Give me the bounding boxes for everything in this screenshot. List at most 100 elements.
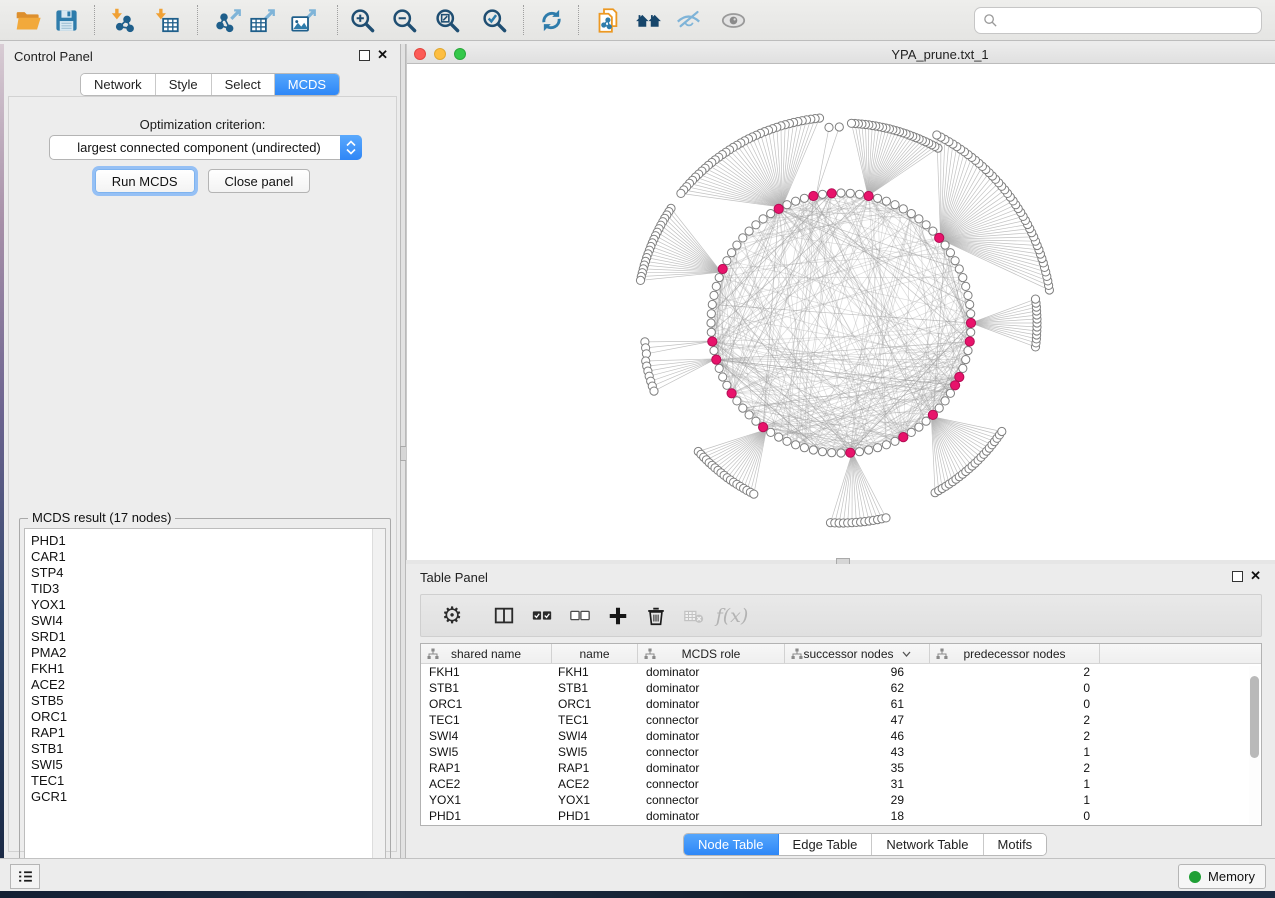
- tab-edge-table[interactable]: Edge Table: [779, 834, 873, 855]
- table-row[interactable]: STB1STB1dominator620: [421, 680, 1261, 696]
- network-node[interactable]: [946, 389, 954, 397]
- mcds-result-item[interactable]: RAP1: [31, 725, 372, 741]
- split-view-button[interactable]: [485, 599, 523, 633]
- mcds-result-item[interactable]: STB1: [31, 741, 372, 757]
- mcds-result-item[interactable]: TID3: [31, 581, 372, 597]
- mcds-result-item[interactable]: STP4: [31, 565, 372, 581]
- close-panel-icon[interactable]: ✕: [377, 47, 388, 62]
- network-node[interactable]: [739, 234, 747, 242]
- network-node[interactable]: [723, 381, 731, 389]
- mcds-node[interactable]: [966, 318, 975, 327]
- maximize-window-icon[interactable]: [454, 48, 466, 60]
- minimize-window-icon[interactable]: [434, 48, 446, 60]
- network-node[interactable]: [959, 364, 967, 372]
- mcds-node[interactable]: [718, 264, 727, 273]
- mcds-result-item[interactable]: TEC1: [31, 773, 372, 789]
- column-header-name[interactable]: name: [552, 644, 638, 663]
- network-node[interactable]: [874, 194, 882, 202]
- table-row[interactable]: SWI4SWI4dominator462: [421, 728, 1261, 744]
- mcds-result-item[interactable]: SRD1: [31, 629, 372, 645]
- mcds-result-item[interactable]: STB5: [31, 693, 372, 709]
- network-node[interactable]: [962, 282, 970, 290]
- network-node[interactable]: [946, 249, 954, 257]
- hide-eye-button[interactable]: [668, 4, 708, 37]
- network-node[interactable]: [712, 282, 720, 290]
- network-node[interactable]: [783, 201, 791, 209]
- table-row[interactable]: FKH1FKH1dominator962: [421, 664, 1261, 680]
- tab-style[interactable]: Style: [156, 74, 212, 95]
- mcds-node[interactable]: [846, 448, 855, 457]
- tab-node-table[interactable]: Node Table: [684, 834, 779, 855]
- mcds-node[interactable]: [965, 337, 974, 346]
- table-row[interactable]: RAP1RAP1dominator352: [421, 760, 1261, 776]
- network-leaf-node[interactable]: [882, 514, 890, 522]
- column-header-shared-name[interactable]: shared name: [421, 644, 552, 663]
- network-node[interactable]: [959, 274, 967, 282]
- network-node[interactable]: [767, 428, 775, 436]
- table-row[interactable]: ORC1ORC1dominator610: [421, 696, 1261, 712]
- close-window-icon[interactable]: [414, 48, 426, 60]
- table-row[interactable]: TEC1TEC1connector472: [421, 712, 1261, 728]
- network-node[interactable]: [715, 274, 723, 282]
- close-panel-button[interactable]: Close panel: [208, 169, 311, 193]
- network-node[interactable]: [964, 291, 972, 299]
- network-node[interactable]: [783, 437, 791, 445]
- open-file-button[interactable]: [8, 4, 48, 37]
- network-node[interactable]: [707, 310, 715, 318]
- mcds-node[interactable]: [712, 355, 721, 364]
- network-node[interactable]: [715, 364, 723, 372]
- network-node[interactable]: [818, 190, 826, 198]
- deselect-all-button[interactable]: [561, 599, 599, 633]
- network-node[interactable]: [874, 444, 882, 452]
- network-node[interactable]: [800, 194, 808, 202]
- tab-network-table[interactable]: Network Table: [872, 834, 983, 855]
- network-node[interactable]: [759, 215, 767, 223]
- network-node[interactable]: [929, 227, 937, 235]
- network-leaf-node[interactable]: [933, 131, 941, 139]
- show-eye-button[interactable]: [713, 4, 753, 37]
- float-panel-icon[interactable]: [1232, 571, 1243, 582]
- mcds-result-item[interactable]: SWI5: [31, 757, 372, 773]
- zoom-out-button[interactable]: [384, 4, 424, 37]
- zoom-selected-button[interactable]: [474, 4, 514, 37]
- network-file-button[interactable]: [588, 4, 628, 37]
- network-node[interactable]: [951, 257, 959, 265]
- memory-button[interactable]: Memory: [1178, 864, 1266, 889]
- network-node[interactable]: [907, 428, 915, 436]
- network-node[interactable]: [882, 197, 890, 205]
- tab-motifs[interactable]: Motifs: [984, 834, 1047, 855]
- network-node[interactable]: [907, 210, 915, 218]
- tab-mcds[interactable]: MCDS: [275, 74, 339, 95]
- refresh-button[interactable]: [531, 4, 571, 37]
- network-node[interactable]: [828, 449, 836, 457]
- network-leaf-node[interactable]: [1031, 295, 1039, 303]
- run-mcds-button[interactable]: Run MCDS: [95, 169, 195, 193]
- mcds-result-item[interactable]: SWI4: [31, 613, 372, 629]
- network-node[interactable]: [767, 210, 775, 218]
- network-node[interactable]: [964, 347, 972, 355]
- search-input[interactable]: [1003, 11, 1261, 31]
- network-node[interactable]: [837, 189, 845, 197]
- tab-network[interactable]: Network: [81, 74, 156, 95]
- mcds-list-scrollbar[interactable]: [372, 529, 385, 884]
- mcds-node[interactable]: [759, 423, 768, 432]
- network-node[interactable]: [809, 446, 817, 454]
- table-row[interactable]: YOX1YOX1connector291: [421, 792, 1261, 808]
- network-node[interactable]: [941, 241, 949, 249]
- column-header-mcds-role[interactable]: MCDS role: [638, 644, 785, 663]
- network-leaf-node[interactable]: [750, 490, 758, 498]
- network-leaf-node[interactable]: [825, 123, 833, 131]
- network-window-titlebar[interactable]: YPA_prune.txt_1: [407, 44, 1275, 64]
- import-network-button[interactable]: [102, 4, 142, 37]
- mcds-result-item[interactable]: GCR1: [31, 789, 372, 805]
- network-leaf-node[interactable]: [847, 119, 855, 127]
- mcds-node[interactable]: [827, 189, 836, 198]
- network-node[interactable]: [708, 300, 716, 308]
- mcds-result-item[interactable]: ORC1: [31, 709, 372, 725]
- network-node[interactable]: [935, 404, 943, 412]
- column-header-predecessor-nodes[interactable]: predecessor nodes: [930, 644, 1100, 663]
- network-node[interactable]: [899, 205, 907, 213]
- mcds-result-item[interactable]: FKH1: [31, 661, 372, 677]
- mcds-node[interactable]: [727, 389, 736, 398]
- network-node[interactable]: [915, 215, 923, 223]
